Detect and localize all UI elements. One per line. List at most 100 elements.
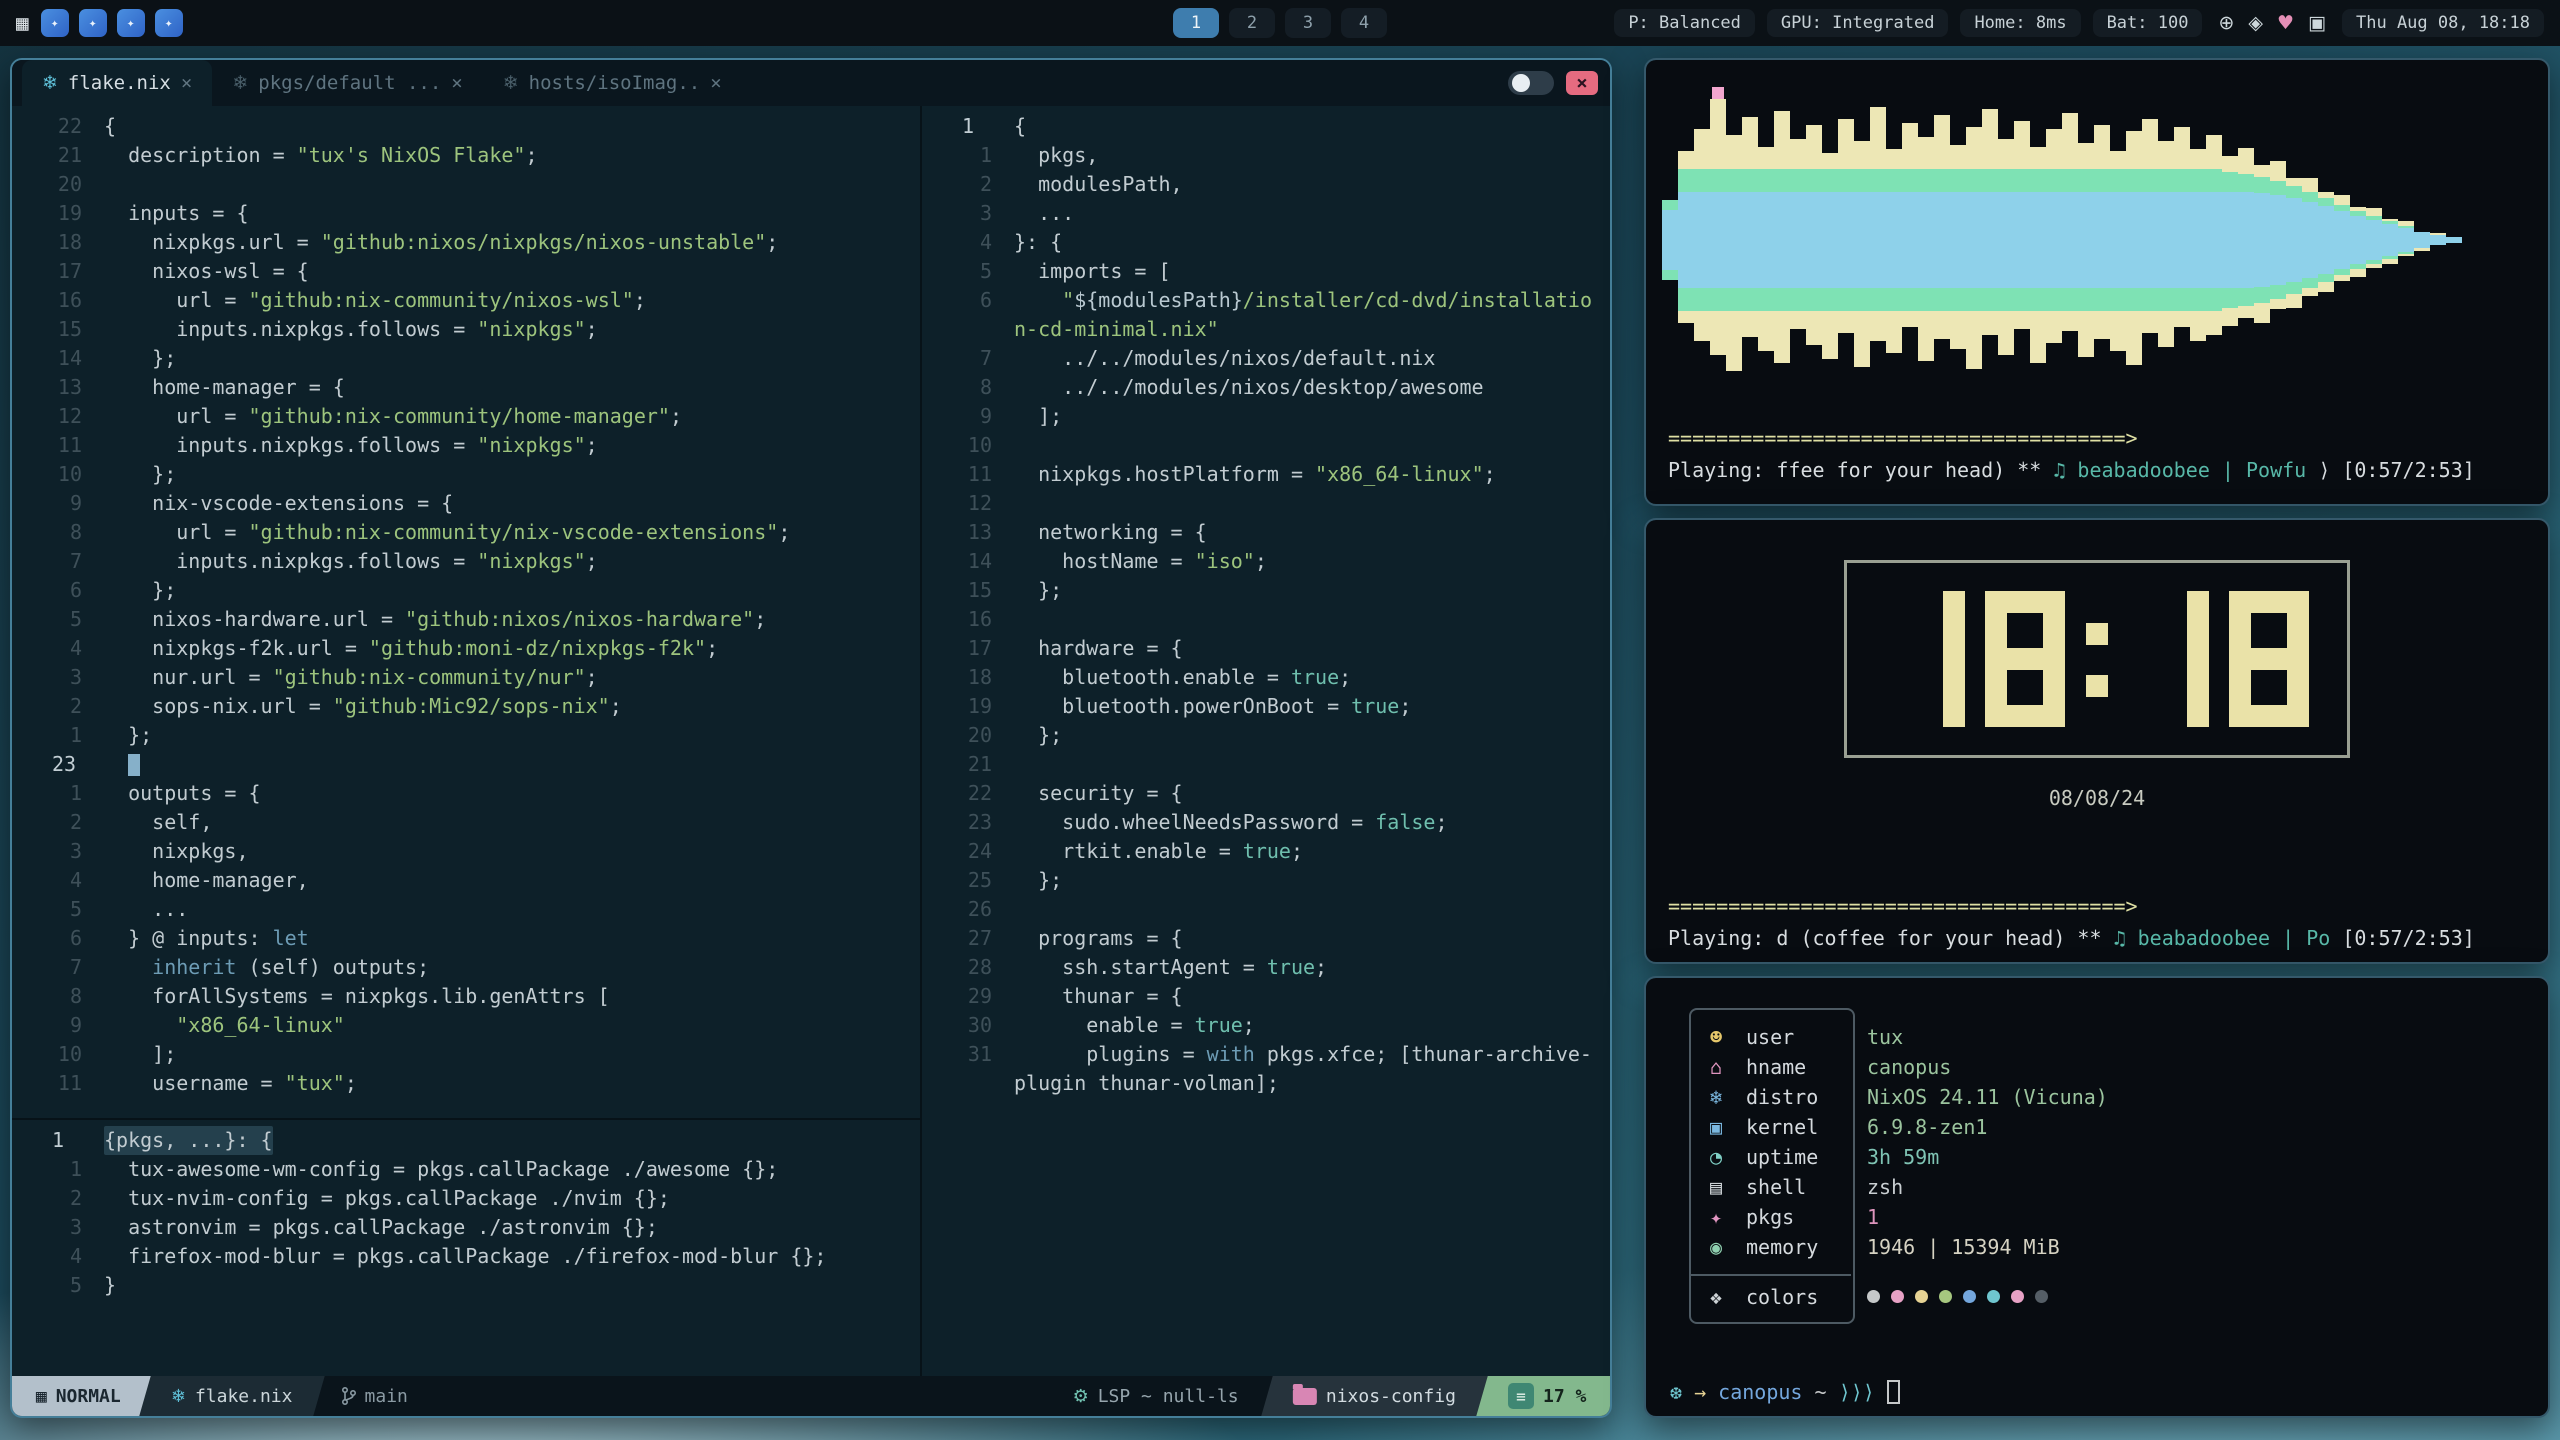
- toggle-switch[interactable]: [1508, 71, 1554, 95]
- code-line[interactable]: 6 };: [12, 576, 920, 605]
- code-line[interactable]: 25 };: [922, 866, 1610, 895]
- code-line[interactable]: 10: [922, 431, 1610, 460]
- code-line[interactable]: 6 "${modulesPath}/installer/cd-dvd/insta…: [922, 286, 1610, 315]
- code-line[interactable]: 5}: [12, 1271, 920, 1300]
- music-visualizer-window[interactable]: ======================================> …: [1644, 58, 2550, 506]
- shell-prompt[interactable]: ❆ → canopus ~ ⟩⟩⟩: [1670, 1380, 1900, 1404]
- code-line[interactable]: 13 networking = {: [922, 518, 1610, 547]
- code-line[interactable]: 9 "x86_64-linux": [12, 1011, 920, 1040]
- pane-pkgs-default-nix[interactable]: 1{pkgs, ...}: {1 tux-awesome-wm-config =…: [12, 1120, 920, 1376]
- code-line[interactable]: 5 imports = [: [922, 257, 1610, 286]
- code-line[interactable]: 5 nixos-hardware.url = "github:nixos/nix…: [12, 605, 920, 634]
- code-line[interactable]: plugin thunar-volman];: [922, 1069, 1610, 1098]
- neovim-window[interactable]: ❄flake.nix×❄pkgs/default ...×❄hosts/isoI…: [10, 58, 1612, 1418]
- network-icon[interactable]: ⊕: [2214, 10, 2238, 36]
- code-line[interactable]: 23 sudo.wheelNeedsPassword = false;: [922, 808, 1610, 837]
- code-line[interactable]: 4 firefox-mod-blur = pkgs.callPackage ./…: [12, 1242, 920, 1271]
- code-line[interactable]: 11 nixpkgs.hostPlatform = "x86_64-linux"…: [922, 460, 1610, 489]
- code-line[interactable]: 13 home-manager = {: [12, 373, 920, 402]
- code-line[interactable]: 9 ];: [922, 402, 1610, 431]
- code-line[interactable]: 15 inputs.nixpkgs.follows = "nixpkgs";: [12, 315, 920, 344]
- tab-close-icon[interactable]: ×: [710, 72, 721, 94]
- code-line[interactable]: 1 };: [12, 721, 920, 750]
- code-line[interactable]: 1{pkgs, ...}: {: [12, 1126, 920, 1155]
- code-line[interactable]: 1 outputs = {: [12, 779, 920, 808]
- launcher-icon[interactable]: ▦: [16, 11, 29, 35]
- code-line[interactable]: 8 forAllSystems = nixpkgs.lib.genAttrs [: [12, 982, 920, 1011]
- code-line[interactable]: 1 tux-awesome-wm-config = pkgs.callPacka…: [12, 1155, 920, 1184]
- code-line[interactable]: 24 rtkit.enable = true;: [922, 837, 1610, 866]
- code-line[interactable]: 16 url = "github:nix-community/nixos-wsl…: [12, 286, 920, 315]
- code-line[interactable]: 2 sops-nix.url = "github:Mic92/sops-nix"…: [12, 692, 920, 721]
- code-line[interactable]: 3 nur.url = "github:nix-community/nur";: [12, 663, 920, 692]
- code-line[interactable]: 8 ../../modules/nixos/desktop/awesome: [922, 373, 1610, 402]
- code-line[interactable]: 4 home-manager,: [12, 866, 920, 895]
- shield-icon[interactable]: ◈: [2244, 10, 2267, 36]
- code-line[interactable]: 23: [12, 750, 920, 779]
- code-line[interactable]: 3 astronvim = pkgs.callPackage ./astronv…: [12, 1213, 920, 1242]
- tab-flake-nix[interactable]: ❄flake.nix×: [22, 60, 212, 106]
- code-line[interactable]: 5 ...: [12, 895, 920, 924]
- code-line[interactable]: 8 url = "github:nix-community/nix-vscode…: [12, 518, 920, 547]
- fetch-terminal-window[interactable]: ☻usertux⌂hnamecanopus❄distroNixOS 24.11 …: [1644, 976, 2550, 1418]
- app-icon[interactable]: ✦: [79, 9, 107, 37]
- tab-close-icon[interactable]: ×: [181, 72, 192, 94]
- tab-hosts-isoimag-[interactable]: ❄hosts/isoImag..×: [483, 60, 742, 106]
- code-line[interactable]: 11 username = "tux";: [12, 1069, 920, 1098]
- code-line[interactable]: 2 self,: [12, 808, 920, 837]
- code-line[interactable]: 17 nixos-wsl = {: [12, 257, 920, 286]
- code-line[interactable]: 12 url = "github:nix-community/home-mana…: [12, 402, 920, 431]
- tag-button-4[interactable]: 4: [1341, 8, 1387, 38]
- code-line[interactable]: 31 plugins = with pkgs.xfce; [thunar-arc…: [922, 1040, 1610, 1069]
- code-line[interactable]: 30 enable = true;: [922, 1011, 1610, 1040]
- code-line[interactable]: 19 bluetooth.powerOnBoot = true;: [922, 692, 1610, 721]
- code-line[interactable]: 16: [922, 605, 1610, 634]
- code-line[interactable]: 15 };: [922, 576, 1610, 605]
- code-line[interactable]: 1{: [922, 112, 1610, 141]
- code-line[interactable]: 19 inputs = {: [12, 199, 920, 228]
- tag-button-2[interactable]: 2: [1229, 8, 1275, 38]
- display-icon[interactable]: ▣: [2304, 10, 2330, 36]
- clock-window[interactable]: 08/08/24 ===============================…: [1644, 518, 2550, 964]
- code-line[interactable]: 3 ...: [922, 199, 1610, 228]
- code-line[interactable]: 27 programs = {: [922, 924, 1610, 953]
- code-line[interactable]: 7 ../../modules/nixos/default.nix: [922, 344, 1610, 373]
- app-icon[interactable]: ✦: [155, 9, 183, 37]
- window-close-button[interactable]: ×: [1566, 71, 1598, 95]
- code-line[interactable]: 14 hostName = "iso";: [922, 547, 1610, 576]
- tab-pkgs-default-[interactable]: ❄pkgs/default ...×: [212, 60, 482, 106]
- code-line[interactable]: 4}: {: [922, 228, 1610, 257]
- code-line[interactable]: 18 nixpkgs.url = "github:nixos/nixpkgs/n…: [12, 228, 920, 257]
- code-line[interactable]: 9 nix-vscode-extensions = {: [12, 489, 920, 518]
- code-line[interactable]: n-cd-minimal.nix": [922, 315, 1610, 344]
- tab-close-icon[interactable]: ×: [451, 72, 462, 94]
- code-line[interactable]: 6 } @ inputs: let: [12, 924, 920, 953]
- code-line[interactable]: 4 nixpkgs-f2k.url = "github:moni-dz/nixp…: [12, 634, 920, 663]
- pane-flake-nix[interactable]: 22{21 description = "tux's NixOS Flake";…: [12, 106, 920, 1118]
- code-line[interactable]: 12: [922, 489, 1610, 518]
- app-icon[interactable]: ✦: [117, 9, 145, 37]
- code-line[interactable]: 21: [922, 750, 1610, 779]
- code-line[interactable]: 3 nixpkgs,: [12, 837, 920, 866]
- pane-iso-image-nix[interactable]: 1{1 pkgs,2 modulesPath,3 ...4}: {5 impor…: [922, 106, 1610, 1376]
- tag-button-1[interactable]: 1: [1173, 8, 1219, 38]
- code-line[interactable]: 2 tux-nvim-config = pkgs.callPackage ./n…: [12, 1184, 920, 1213]
- code-line[interactable]: 2 modulesPath,: [922, 170, 1610, 199]
- heart-icon[interactable]: ♥: [2273, 10, 2298, 36]
- tag-button-3[interactable]: 3: [1285, 8, 1331, 38]
- code-line[interactable]: 11 inputs.nixpkgs.follows = "nixpkgs";: [12, 431, 920, 460]
- app-icon[interactable]: ✦: [41, 9, 69, 37]
- code-line[interactable]: 1 pkgs,: [922, 141, 1610, 170]
- code-line[interactable]: 20 };: [922, 721, 1610, 750]
- code-line[interactable]: 28 ssh.startAgent = true;: [922, 953, 1610, 982]
- code-line[interactable]: 20: [12, 170, 920, 199]
- code-line[interactable]: 26: [922, 895, 1610, 924]
- code-line[interactable]: 22{: [12, 112, 920, 141]
- code-line[interactable]: 7 inputs.nixpkgs.follows = "nixpkgs";: [12, 547, 920, 576]
- code-line[interactable]: 10 ];: [12, 1040, 920, 1069]
- code-line[interactable]: 18 bluetooth.enable = true;: [922, 663, 1610, 692]
- code-line[interactable]: 21 description = "tux's NixOS Flake";: [12, 141, 920, 170]
- code-line[interactable]: 29 thunar = {: [922, 982, 1610, 1011]
- code-line[interactable]: 17 hardware = {: [922, 634, 1610, 663]
- code-line[interactable]: 7 inherit (self) outputs;: [12, 953, 920, 982]
